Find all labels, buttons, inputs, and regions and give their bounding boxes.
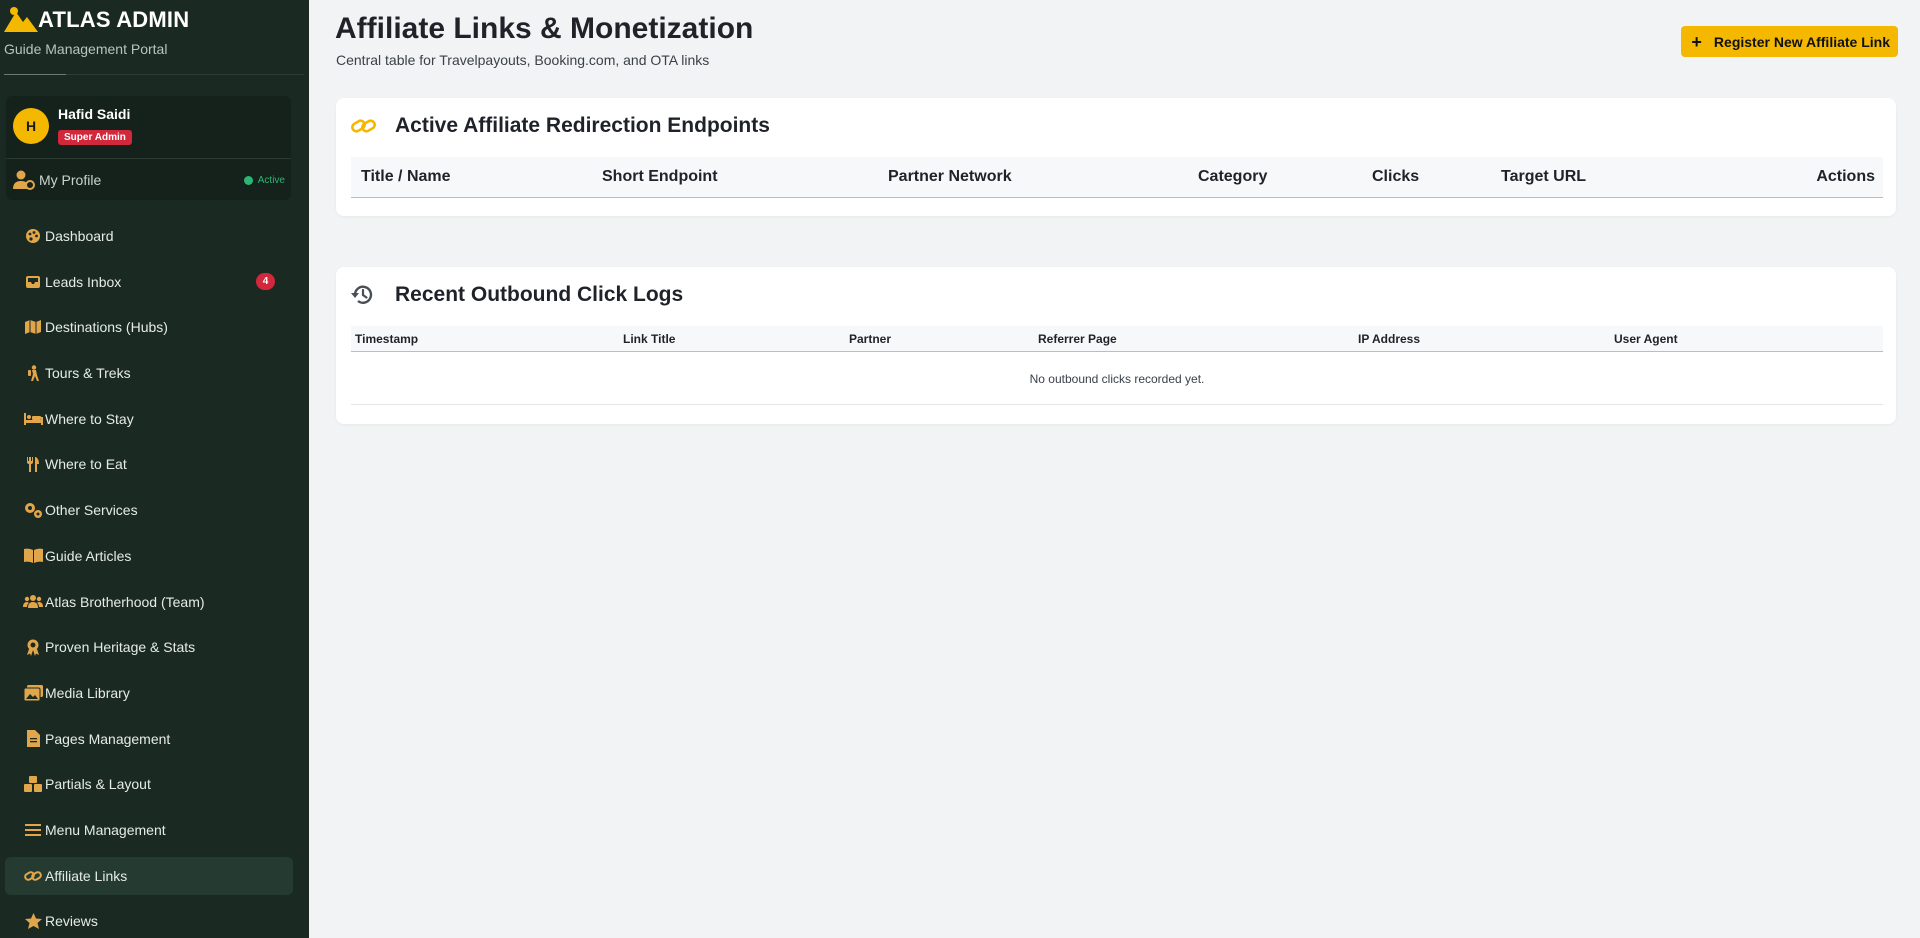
brand-title: ATLAS ADMIN [38,7,190,32]
click-logs-card: Recent Outbound Click Logs Timestamp Lin… [336,267,1896,424]
hiker-icon [23,364,43,382]
sidebar-item-reviews[interactable]: Reviews [5,902,293,938]
sidebar-item-label: Partials & Layout [45,776,151,793]
sidebar-item-heritage-stats[interactable]: Proven Heritage & Stats [5,628,293,666]
brand[interactable]: ATLAS ADMIN [4,6,189,34]
status-indicator: Active [243,174,285,186]
user-card: H Hafid Saidi Super Admin My Profile Act… [6,96,291,200]
sidebar-item-label: Dashboard [45,228,114,244]
column-header: Target URL [1501,168,1587,185]
utensils-icon [23,455,43,473]
column-header: Actions [1816,168,1875,185]
sidebar-item-menu-management[interactable]: Menu Management [5,811,293,849]
page-title: Affiliate Links & Monetization [335,12,754,45]
register-affiliate-link-button[interactable]: + Register New Affiliate Link [1681,26,1898,57]
images-icon [23,684,43,702]
affiliate-endpoints-header: Active Affiliate Redirection Endpoints [351,114,770,138]
column-header: Title / Name [361,168,451,185]
map-icon [23,318,43,336]
status-text: Active [257,174,285,186]
avatar: H [13,108,49,144]
register-button-label: Register New Affiliate Link [1713,33,1890,50]
column-header: IP Address [1358,332,1421,346]
star-icon [23,912,43,930]
sidebar-item-media-library[interactable]: Media Library [5,674,293,712]
bars-icon [23,821,43,839]
sidebar-item-label: Menu Management [45,821,166,838]
link-icon [351,114,379,138]
my-profile-link[interactable]: My Profile Active [13,168,285,192]
sidebar-item-where-to-stay[interactable]: Where to Stay [5,400,293,438]
column-header: Link Title [623,332,676,346]
sidebar-item-label: Proven Heritage & Stats [45,639,196,656]
sidebar-item-team[interactable]: Atlas Brotherhood (Team) [5,583,293,621]
user-cog-icon [13,170,35,190]
bed-icon [23,410,43,428]
sidebar-item-partials-layout[interactable]: Partials & Layout [5,765,293,803]
column-header: Clicks [1372,168,1420,185]
my-profile-label: My Profile [39,172,102,188]
column-header: User Agent [1614,332,1678,346]
sidebar-item-other-services[interactable]: Other Services [5,491,293,529]
sidebar-item-label: Guide Articles [45,547,132,564]
user-name: Hafid Saidi [58,106,131,122]
card-title: Active Affiliate Redirection Endpoints [395,114,770,137]
brand-subtitle: Guide Management Portal [4,41,168,57]
click-logs-table-header: Timestamp Link Title Partner Referrer Pa… [351,326,1883,352]
click-logs-header: Recent Outbound Click Logs [351,283,683,307]
sidebar-item-label: Other Services [45,502,138,519]
palette-icon [23,227,43,245]
mountain-logo-icon [4,7,38,32]
history-icon [351,283,379,307]
column-header: Timestamp [355,332,419,346]
leads-count-badge: 4 [256,272,275,290]
card-title: Recent Outbound Click Logs [395,283,684,306]
user-card-divider [6,158,291,159]
main-content: Affiliate Links & Monetization Central t… [309,0,1920,938]
gears-icon [23,501,43,519]
sidebar-item-label: Where to Eat [45,456,127,473]
column-header: Partner Network [888,168,1012,185]
sidebar-item-leads-inbox[interactable]: Leads Inbox 4 [5,263,293,301]
column-header: Category [1198,168,1268,185]
page-subtitle: Central table for Travelpayouts, Booking… [336,52,710,68]
empty-state-row: No outbound clicks recorded yet. [351,353,1883,405]
sidebar-item-label: Reviews [45,913,98,930]
link-icon [23,867,43,885]
sidebar-item-label: Tours & Treks [45,365,131,382]
book-icon [23,547,43,565]
column-header: Short Endpoint [602,168,718,185]
inbox-icon [23,273,43,291]
sidebar-item-where-to-eat[interactable]: Where to Eat [5,445,293,483]
award-icon [23,638,43,656]
sidebar: ATLAS ADMIN Guide Management Portal H Ha… [0,0,309,938]
affiliate-endpoints-card: Active Affiliate Redirection Endpoints T… [336,98,1896,216]
sidebar-item-tours[interactable]: Tours & Treks [5,354,293,392]
sidebar-item-destinations[interactable]: Destinations (Hubs) [5,308,293,346]
sidebar-item-label: Atlas Brotherhood (Team) [45,593,205,610]
sidebar-item-label: Leads Inbox [45,273,122,290]
sidebar-item-pages-management[interactable]: Pages Management [5,720,293,758]
affiliate-table-header: Title / Name Short Endpoint Partner Netw… [351,157,1883,198]
sidebar-item-label: Affiliate Links [45,867,128,884]
sidebar-item-affiliate-links[interactable]: Affiliate Links [5,856,293,895]
role-badge: Super Admin [58,130,132,145]
sidebar-item-label: Destinations (Hubs) [45,319,168,336]
sidebar-item-guide-articles[interactable]: Guide Articles [5,537,293,575]
sidebar-item-label: Where to Stay [45,410,134,427]
file-icon [23,730,43,748]
column-header: Partner [849,332,892,346]
status-dot [243,175,253,185]
cubes-icon [23,775,43,793]
sidebar-item-label: Media Library [45,684,130,701]
sidebar-nav: Dashboard Leads Inbox 4 Destinations (Hu… [0,217,309,938]
users-icon [23,593,43,611]
sidebar-item-label: Pages Management [45,730,171,747]
plus-icon: + [1691,31,1702,52]
column-header: Referrer Page [1038,332,1117,346]
sidebar-item-dashboard[interactable]: Dashboard [5,217,293,255]
brand-divider [4,74,304,75]
